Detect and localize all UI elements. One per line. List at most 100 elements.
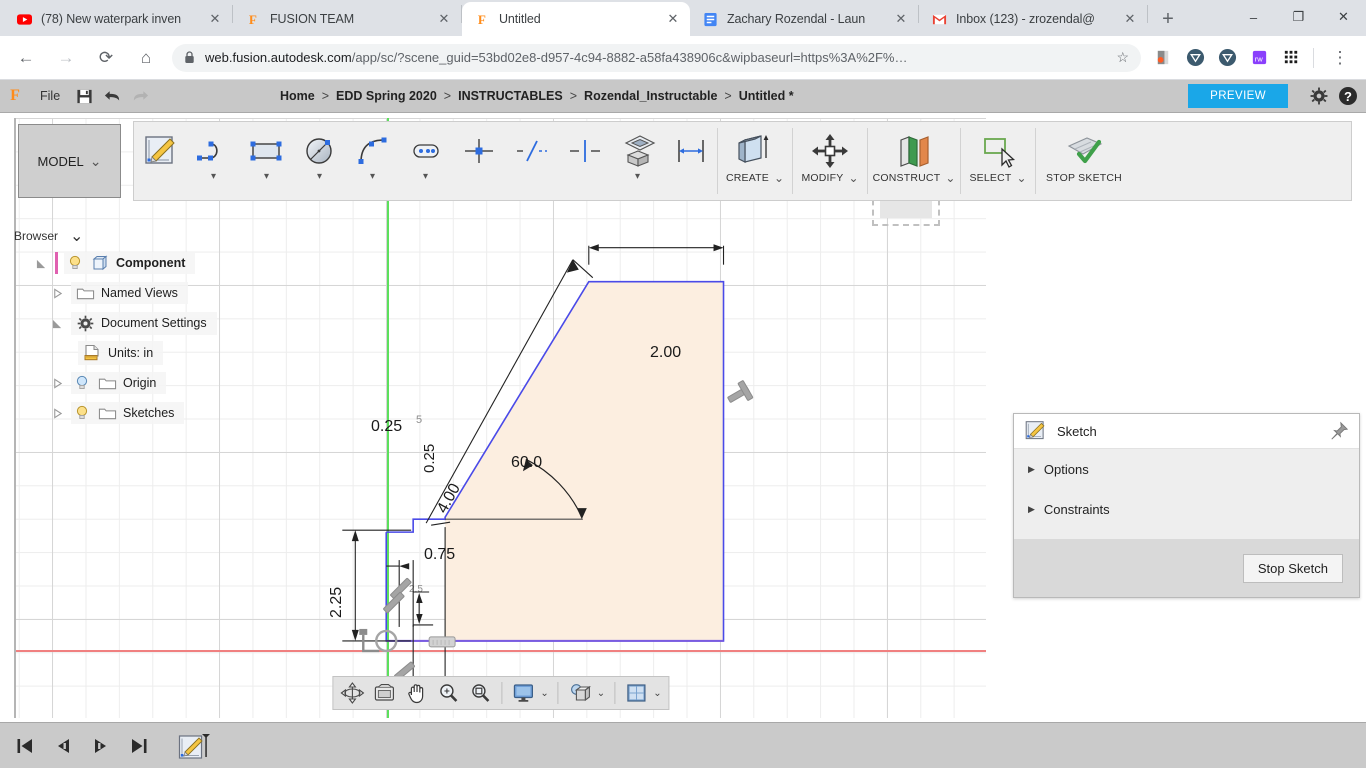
chevron-down-icon[interactable]: ▾ xyxy=(423,172,428,182)
zoom-window-icon[interactable] xyxy=(464,679,496,707)
step-back-icon[interactable] xyxy=(52,735,74,757)
orbit-icon[interactable] xyxy=(336,679,368,707)
chevron-down-icon[interactable]: ▾ xyxy=(370,172,375,182)
new-tab-button[interactable]: + xyxy=(1154,5,1182,33)
ribbon-group-create[interactable]: CREATE ⌄ xyxy=(718,122,792,200)
breadcrumb-item-home[interactable]: Home xyxy=(280,89,315,103)
close-icon[interactable]: ✕ xyxy=(892,10,910,28)
dimension-label-2-00[interactable]: 2.00 xyxy=(650,344,681,362)
pin-icon[interactable] xyxy=(1329,421,1349,441)
close-icon[interactable]: ✕ xyxy=(206,10,224,28)
expand-arrow-icon[interactable] xyxy=(36,258,49,269)
close-icon[interactable]: ✕ xyxy=(664,10,682,28)
point-button[interactable] xyxy=(452,122,505,200)
chevron-down-icon[interactable]: ▾ xyxy=(264,172,269,182)
mirror-line-button[interactable] xyxy=(558,122,611,200)
pocket-icon[interactable] xyxy=(1150,45,1176,71)
url-bar[interactable]: web.fusion.autodesk.com/app/sc/?scene_gu… xyxy=(172,43,1141,72)
ribbon-group-select[interactable]: SELECT ⌄ xyxy=(961,122,1035,200)
chevron-down-icon[interactable]: ⌄ xyxy=(540,688,548,699)
arc-button[interactable]: ▾ xyxy=(346,122,399,200)
circle-button[interactable]: ▾ xyxy=(293,122,346,200)
dimension-label-0-75[interactable]: 0.75 xyxy=(424,546,455,564)
display-settings-icon[interactable] xyxy=(507,679,539,707)
breadcrumb-item-project[interactable]: EDD Spring 2020 xyxy=(336,89,437,103)
ribbon-group-construct[interactable]: CONSTRUCT ⌄ xyxy=(868,122,960,200)
gear-icon[interactable] xyxy=(1310,87,1328,105)
breadcrumb-item-subfolder[interactable]: Rozendal_Instructable xyxy=(584,89,717,103)
collapse-arrow-icon[interactable] xyxy=(52,377,65,389)
tree-node-sketches[interactable]: Sketches xyxy=(28,398,258,428)
breadcrumb-item-document[interactable]: Untitled * xyxy=(739,89,794,103)
chevron-down-icon[interactable]: ▾ xyxy=(211,172,216,182)
project-button[interactable]: ▾ xyxy=(611,122,664,200)
shield-icon[interactable] xyxy=(1182,45,1208,71)
visibility-bulb-icon[interactable] xyxy=(68,255,84,271)
sketch-palette-options-row[interactable]: ▶ Options xyxy=(1014,449,1359,489)
construction-line-button[interactable] xyxy=(505,122,558,200)
dimension-label-60-0[interactable]: 60.0 xyxy=(511,454,542,472)
dimension-label-2-25[interactable]: 2.25 xyxy=(328,587,346,618)
tree-node-named-views[interactable]: Named Views xyxy=(28,278,258,308)
sketch-dimension-button[interactable] xyxy=(664,122,717,200)
rw-purple-icon[interactable]: rw xyxy=(1246,45,1272,71)
visibility-bulb-icon[interactable] xyxy=(75,375,91,391)
save-icon[interactable] xyxy=(70,88,98,105)
step-forward-icon[interactable] xyxy=(90,735,112,757)
tree-node-origin[interactable]: Origin xyxy=(28,368,258,398)
tree-node-units[interactable]: Units: in xyxy=(28,338,258,368)
dimension-label-0-25-width[interactable]: 0.25 xyxy=(371,418,402,436)
reload-icon[interactable]: ⟳ xyxy=(91,43,121,73)
grid-layout-group[interactable]: ⌄ xyxy=(620,679,665,707)
preview-badge[interactable]: PREVIEW xyxy=(1188,84,1288,108)
stop-sketch-button[interactable]: STOP SKETCH xyxy=(1036,122,1132,200)
chevron-down-icon[interactable]: ▾ xyxy=(317,172,322,182)
bookmark-star-icon[interactable]: ☆ xyxy=(1116,49,1129,66)
sketch-palette-constraints-row[interactable]: ▶ Constraints xyxy=(1014,489,1359,529)
line-button[interactable]: ▾ xyxy=(187,122,240,200)
expand-arrow-icon[interactable] xyxy=(52,318,65,329)
display-settings-group[interactable]: ⌄ xyxy=(507,679,552,707)
expand-triangle-icon[interactable]: ▶ xyxy=(1028,464,1035,475)
workspace-switcher[interactable]: MODEL ⌄ xyxy=(18,124,121,198)
chevron-down-icon[interactable]: ⌄ xyxy=(848,172,858,184)
visual-style-icon[interactable] xyxy=(564,679,596,707)
file-menu-button[interactable]: File xyxy=(40,89,60,103)
home-icon[interactable]: ⌂ xyxy=(131,43,161,73)
browser-tab-2[interactable]: F Untitled ✕ xyxy=(462,2,690,36)
chevron-down-icon[interactable]: ⌄ xyxy=(70,226,83,246)
collapse-arrow-icon[interactable] xyxy=(52,407,65,419)
chevron-down-icon[interactable]: ▾ xyxy=(635,172,640,182)
create-sketch-button[interactable] xyxy=(134,122,187,200)
maximize-button[interactable]: ❐ xyxy=(1276,0,1321,34)
expand-triangle-icon[interactable]: ▶ xyxy=(1028,504,1035,515)
browser-menu-icon[interactable]: ⋮ xyxy=(1325,43,1355,73)
go-to-start-icon[interactable] xyxy=(14,735,36,757)
rectangle-button[interactable]: ▾ xyxy=(240,122,293,200)
dimension-label-0-25-height[interactable]: 0.25 xyxy=(421,444,438,473)
stop-sketch-palette-button[interactable]: Stop Sketch xyxy=(1242,553,1343,583)
minimize-button[interactable]: – xyxy=(1231,0,1276,34)
back-icon[interactable]: ← xyxy=(11,43,41,73)
chevron-down-icon[interactable]: ⌄ xyxy=(653,688,661,699)
chevron-down-icon[interactable]: ⌄ xyxy=(945,172,955,184)
browser-tab-1[interactable]: F FUSION TEAM ✕ xyxy=(233,2,461,36)
browser-tab-4[interactable]: Inbox (123) - zrozendal@ ✕ xyxy=(919,2,1147,36)
sketch-feature-icon[interactable] xyxy=(178,731,212,761)
undo-icon[interactable] xyxy=(98,88,126,104)
tree-node-component[interactable]: Component xyxy=(28,248,258,278)
chevron-down-icon[interactable]: ⌄ xyxy=(597,688,605,699)
help-icon[interactable]: ? xyxy=(1338,86,1358,106)
ribbon-group-modify[interactable]: MODIFY ⌄ xyxy=(793,122,867,200)
shield-icon-2[interactable] xyxy=(1214,45,1240,71)
browser-panel-header[interactable]: Browser ⌄ xyxy=(14,226,83,246)
forward-icon[interactable]: → xyxy=(51,43,81,73)
browser-tab-0[interactable]: (78) New waterpark inven ✕ xyxy=(4,2,232,36)
grid-apps-icon[interactable] xyxy=(1278,45,1304,71)
collapse-arrow-icon[interactable] xyxy=(52,287,65,299)
close-window-button[interactable]: ✕ xyxy=(1321,0,1366,34)
go-to-end-icon[interactable] xyxy=(128,735,150,757)
redo-icon[interactable] xyxy=(126,88,154,104)
close-icon[interactable]: ✕ xyxy=(1121,10,1139,28)
look-at-icon[interactable] xyxy=(368,679,400,707)
